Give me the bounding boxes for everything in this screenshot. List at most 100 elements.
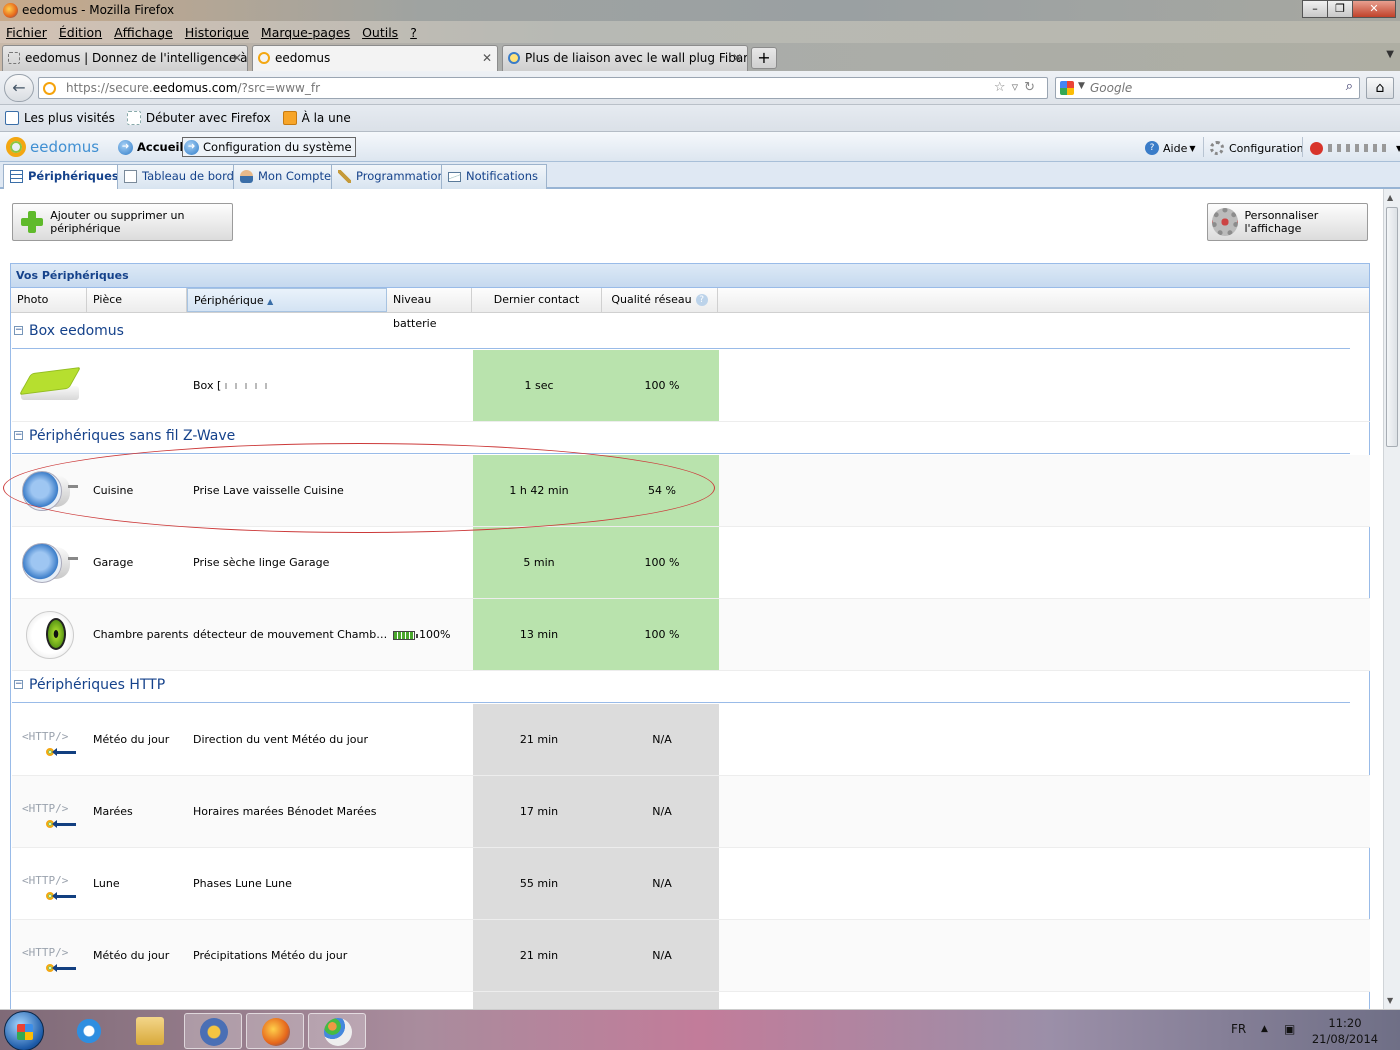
browser-tab-1[interactable]: eedomus | Donnez de l'intelligence à ...… bbox=[2, 45, 248, 71]
bookmark-headlines[interactable]: À la une bbox=[282, 111, 351, 125]
sort-asc-icon: ▲ bbox=[267, 297, 274, 306]
configuration-link[interactable]: Configuration bbox=[1210, 138, 1304, 158]
search-icon[interactable]: ⌕ bbox=[1346, 79, 1353, 94]
tab-notifications[interactable]: Notifications bbox=[441, 164, 547, 189]
close-tab-icon[interactable]: ✕ bbox=[232, 46, 242, 70]
menu-outils[interactable]: Outils bbox=[362, 25, 398, 40]
cell-qualite-reseau: 100 % bbox=[605, 599, 719, 670]
user-menu[interactable]: ▼ bbox=[1310, 138, 1400, 158]
menu-aide[interactable]: ? bbox=[410, 25, 417, 40]
col-peripherique[interactable]: Périphérique ▲ bbox=[187, 288, 387, 312]
language-indicator[interactable]: FR bbox=[1231, 1022, 1246, 1036]
google-icon[interactable] bbox=[1060, 81, 1074, 95]
col-photo[interactable]: Photo bbox=[11, 288, 87, 312]
help-icon[interactable]: ? bbox=[695, 294, 708, 306]
search-input[interactable] bbox=[1090, 80, 1330, 96]
cell-dernier-contact: 55 min bbox=[473, 848, 605, 919]
device-photo: <HTTP/> bbox=[12, 848, 87, 919]
bookmark-star-icon[interactable]: ☆▿↻ bbox=[994, 80, 1041, 95]
taskbar-firefox[interactable] bbox=[246, 1013, 304, 1049]
plus-icon bbox=[21, 211, 44, 233]
menu-edition[interactable]: Édition bbox=[59, 25, 102, 40]
menu-affichage[interactable]: Affichage bbox=[114, 25, 173, 40]
table-row[interactable]: <HTTP/> Météo du jour Précipitations Mét… bbox=[12, 920, 1370, 992]
table-row[interactable]: <HTTP/> Lune Phases Lune Lune 55 min N/A bbox=[12, 848, 1370, 920]
help-menu[interactable]: ? Aide ▼ bbox=[1145, 138, 1196, 158]
cell-peripherique: Direction du vent Météo du jour bbox=[193, 733, 368, 746]
network-icon[interactable]: ▣ bbox=[1284, 1022, 1295, 1036]
nav-configuration-systeme[interactable]: ➜ Configuration du système bbox=[182, 137, 356, 157]
tab-programmation[interactable]: Programmation bbox=[331, 164, 454, 189]
table-row[interactable]: Garage Prise sèche linge Garage 5 min 10… bbox=[12, 527, 1370, 599]
scroll-up-icon[interactable]: ▲ bbox=[1387, 193, 1393, 202]
scrollbar-thumb[interactable] bbox=[1386, 207, 1398, 447]
cell-peripherique: Prise sèche linge Garage bbox=[193, 556, 330, 569]
cell-batterie bbox=[393, 920, 473, 991]
table-row[interactable] bbox=[12, 992, 1370, 1009]
customize-display-button[interactable]: Personnaliser l'affichage bbox=[1207, 203, 1368, 241]
browser-tab-3[interactable]: Plus de liaison avec le wall plug Fibar.… bbox=[502, 45, 748, 71]
eedomus-logo[interactable]: eedomus bbox=[6, 137, 99, 157]
collapse-icon[interactable]: − bbox=[14, 431, 23, 440]
chevron-down-icon: ▼ bbox=[1189, 143, 1196, 153]
minimize-button[interactable]: – bbox=[1302, 0, 1328, 18]
table-row[interactable]: <HTTP/> Marées Horaires marées Bénodet M… bbox=[12, 776, 1370, 848]
browser-tab-2[interactable]: eedomus ✕ bbox=[252, 45, 498, 72]
tab-mon-compte[interactable]: Mon Compte bbox=[233, 164, 341, 189]
close-tab-icon[interactable]: ✕ bbox=[482, 46, 492, 70]
scroll-down-icon[interactable]: ▼ bbox=[1387, 996, 1393, 1005]
url-bar[interactable]: https://secure.eedomus.com/?src=www_fr ☆… bbox=[38, 77, 1048, 99]
group-header[interactable]: − Box eedomus bbox=[12, 314, 1350, 349]
start-button[interactable] bbox=[4, 1011, 44, 1050]
collapse-icon[interactable]: − bbox=[14, 326, 23, 335]
cell-batterie bbox=[393, 704, 473, 775]
col-niveau-batterie[interactable]: Niveau batterie bbox=[387, 288, 472, 330]
menu-marque-pages[interactable]: Marque-pages bbox=[261, 25, 350, 40]
col-qualite-reseau[interactable]: Qualité réseau? bbox=[602, 288, 718, 312]
cell-batterie bbox=[393, 776, 473, 847]
collapse-icon[interactable]: − bbox=[14, 680, 23, 689]
tab-list-icon[interactable]: ▼ bbox=[1386, 49, 1394, 60]
nav-accueil[interactable]: ➜ Accueil bbox=[118, 137, 183, 157]
table-row[interactable]: Box [ 1 sec 100 % bbox=[12, 350, 1370, 422]
cell-dernier-contact: 5 min bbox=[473, 527, 605, 598]
tray-expand-icon[interactable]: ▲ bbox=[1261, 1024, 1268, 1034]
cell-piece: Météo du jour bbox=[93, 949, 170, 962]
taskbar-app[interactable] bbox=[184, 1013, 242, 1049]
table-row[interactable]: <HTTP/> Météo du jour Direction du vent … bbox=[12, 704, 1370, 776]
taskbar-ie[interactable] bbox=[60, 1013, 118, 1049]
cell-qualite-reseau: N/A bbox=[605, 776, 719, 847]
back-button[interactable]: ← bbox=[4, 74, 34, 102]
close-button[interactable]: ✕ bbox=[1352, 0, 1396, 18]
menu-fichier[interactable]: Fichier bbox=[6, 25, 47, 40]
cell-piece bbox=[93, 350, 193, 421]
bookmark-most-visited[interactable]: Les plus visités bbox=[5, 111, 115, 125]
group-header[interactable]: − Périphériques HTTP bbox=[12, 668, 1350, 703]
bookmark-getting-started[interactable]: Débuter avec Firefox bbox=[126, 111, 271, 125]
help-icon: ? bbox=[1145, 141, 1159, 155]
new-tab-button[interactable]: + bbox=[751, 47, 777, 69]
system-clock[interactable]: 11:20 21/08/2014 bbox=[1310, 1015, 1380, 1047]
table-row[interactable]: Cuisine Prise Lave vaisselle Cuisine 1 h… bbox=[12, 455, 1370, 527]
col-piece[interactable]: Pièce bbox=[87, 288, 187, 312]
taskbar-explorer[interactable] bbox=[121, 1013, 179, 1049]
vertical-scrollbar[interactable]: ▲ ▼ bbox=[1383, 189, 1400, 1009]
group-header[interactable]: − Périphériques sans fil Z-Wave bbox=[12, 419, 1350, 454]
close-tab-icon[interactable]: ✕ bbox=[732, 46, 742, 70]
app-tabs: Périphériques Tableau de bord Mon Compte… bbox=[0, 162, 1400, 190]
menu-historique[interactable]: Historique bbox=[185, 25, 249, 40]
add-remove-device-button[interactable]: Ajouter ou supprimer un périphérique bbox=[12, 203, 233, 241]
tab-peripheriques[interactable]: Périphériques bbox=[3, 164, 128, 190]
firefox-icon bbox=[3, 3, 18, 18]
chevron-down-icon[interactable]: ▼ bbox=[1078, 81, 1085, 91]
taskbar-paint[interactable] bbox=[308, 1013, 366, 1049]
home-button[interactable]: ⌂ bbox=[1366, 77, 1394, 99]
col-dernier-contact[interactable]: Dernier contact bbox=[472, 288, 602, 312]
maximize-button[interactable]: ❐ bbox=[1327, 0, 1353, 18]
table-row[interactable]: Chambre parents détecteur de mouvement C… bbox=[12, 599, 1370, 671]
internet-explorer-icon bbox=[75, 1017, 103, 1045]
search-bar[interactable]: ▼ ⌕ bbox=[1055, 77, 1360, 99]
cell-dernier-contact: 21 min bbox=[473, 920, 605, 991]
site-identity-icon[interactable] bbox=[43, 82, 56, 95]
tab-tableau-de-bord[interactable]: Tableau de bord bbox=[117, 164, 243, 189]
